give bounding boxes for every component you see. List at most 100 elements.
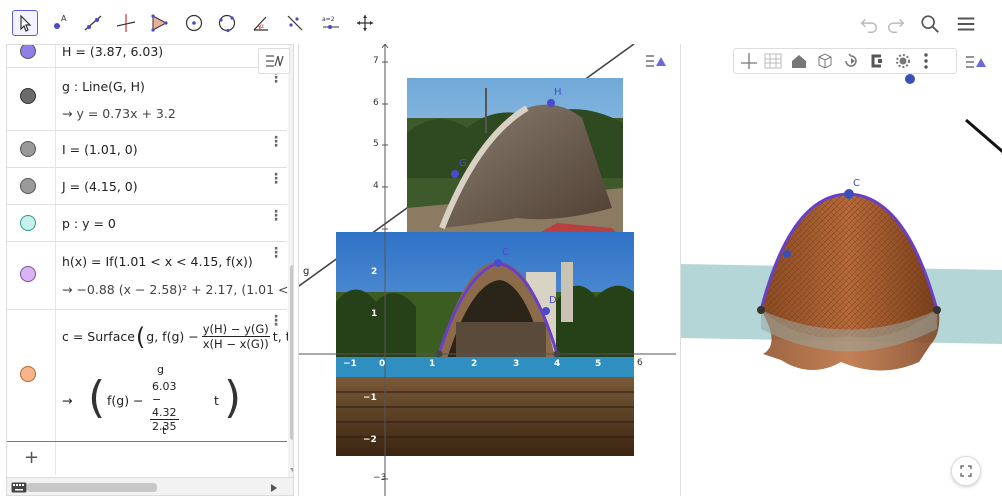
visibility-marble[interactable] bbox=[20, 45, 36, 59]
algebra-row-output: → −0.88 (x − 2.58)² + 2.17, (1.01 < bbox=[62, 282, 289, 297]
scroll-down-icon[interactable] bbox=[290, 468, 294, 474]
polygon-icon bbox=[151, 14, 168, 32]
reflect-tool-button[interactable] bbox=[282, 10, 308, 36]
add-icon[interactable]: + bbox=[24, 447, 39, 468]
point-I-3d[interactable] bbox=[757, 306, 765, 314]
polygon-tool-button[interactable] bbox=[146, 10, 172, 36]
algebra-row-text: g : Line(G, H) bbox=[62, 79, 145, 94]
perpendicular-tool-button[interactable] bbox=[113, 10, 139, 36]
fraction-denominator: x(H − x(G)) bbox=[202, 337, 269, 351]
visibility-marble[interactable] bbox=[20, 366, 36, 382]
undo-icon bbox=[860, 18, 877, 33]
main-menu-button[interactable] bbox=[954, 12, 978, 36]
svg-text:1: 1 bbox=[371, 309, 377, 319]
parabola-h[interactable] bbox=[437, 261, 559, 355]
slider-icon: a=2 bbox=[322, 16, 339, 29]
point-G[interactable] bbox=[451, 170, 459, 178]
svg-text:0: 0 bbox=[379, 359, 385, 369]
algebra-row-J[interactable]: J = (4.15, 0) ⋮ bbox=[7, 168, 287, 205]
perpendicular-line-icon bbox=[116, 14, 136, 32]
visibility-marble[interactable] bbox=[20, 215, 36, 231]
vector-entry-fg: f(g) − bbox=[107, 393, 144, 408]
point-D-3d[interactable] bbox=[783, 250, 791, 258]
fraction-numerator: y(H) − y(G) bbox=[201, 322, 270, 337]
point-D[interactable] bbox=[542, 307, 550, 315]
graphics-view-1[interactable]: 7 6 5 4 −3 g 6 −1 0 1 2 3 4 5 2 1 −1 −2 … bbox=[298, 44, 676, 496]
undo-button[interactable] bbox=[857, 12, 881, 36]
point-3d-top[interactable] bbox=[905, 74, 915, 84]
algebra-row-H[interactable]: H = (3.87, 6.03) bbox=[7, 45, 287, 68]
line-g-3d[interactable] bbox=[965, 118, 1002, 154]
point-J-3d[interactable] bbox=[933, 306, 941, 314]
fullscreen-button[interactable] bbox=[951, 456, 981, 486]
hamburger-menu-icon bbox=[957, 17, 975, 31]
circle-center-tool-button[interactable] bbox=[181, 10, 207, 36]
visibility-marble[interactable] bbox=[20, 178, 36, 194]
search-icon bbox=[921, 15, 939, 33]
label-H: H bbox=[554, 87, 562, 98]
visibility-marble[interactable] bbox=[20, 141, 36, 157]
algebra-row-h[interactable]: h(x) = If(1.01 < x < 4.15, f(x)) → −0.88… bbox=[7, 242, 289, 310]
search-button[interactable] bbox=[918, 12, 942, 36]
algebra-style-toggle[interactable] bbox=[258, 48, 290, 74]
circle-three-points-tool-button[interactable] bbox=[214, 10, 240, 36]
row-more-icon[interactable]: ⋮ bbox=[269, 313, 283, 329]
angle-tool-button[interactable]: α bbox=[248, 10, 274, 36]
row-more-icon[interactable]: ⋮ bbox=[269, 245, 283, 261]
vector-entry-t2: t bbox=[162, 424, 167, 437]
add-input-row[interactable]: + bbox=[7, 441, 287, 475]
graphics1-style-toggle[interactable] bbox=[641, 50, 671, 72]
line-icon bbox=[84, 15, 102, 31]
graphics-view-3d[interactable]: C bbox=[680, 44, 1002, 496]
style-bar-icon bbox=[266, 55, 284, 67]
vector-entry-g: g bbox=[157, 363, 164, 376]
row-more-icon[interactable]: ⋮ bbox=[269, 171, 283, 187]
angle-icon: α bbox=[253, 16, 268, 31]
fullscreen-icon bbox=[960, 465, 972, 477]
row-more-icon[interactable]: ⋮ bbox=[269, 208, 283, 224]
output-fraction-numerator: 6.03 − 4.32 bbox=[150, 380, 179, 420]
scrollbar-thumb[interactable] bbox=[290, 265, 293, 440]
point-J[interactable] bbox=[553, 350, 561, 358]
label-D: D bbox=[549, 295, 557, 306]
graphics3d-canvas[interactable]: C bbox=[681, 44, 1002, 496]
point-labels: C D G H bbox=[459, 87, 562, 306]
slider-tool-button[interactable]: a=2 bbox=[318, 10, 344, 36]
algebra-row-I[interactable]: I = (1.01, 0) ⋮ bbox=[7, 131, 287, 168]
svg-text:2: 2 bbox=[471, 359, 477, 369]
algebra-row-text: h(x) = If(1.01 < x < 4.15, f(x)) bbox=[62, 254, 253, 269]
line-tool-button[interactable] bbox=[80, 10, 106, 36]
scroll-right-icon[interactable] bbox=[271, 484, 277, 492]
algebra-row-text: I = (1.01, 0) bbox=[62, 142, 138, 157]
svg-text:−1: −1 bbox=[363, 393, 377, 403]
point-tool-button[interactable]: A bbox=[47, 10, 73, 36]
redo-button[interactable] bbox=[884, 12, 908, 36]
surface-prefix: c = Surface bbox=[62, 329, 135, 344]
point-C[interactable] bbox=[494, 259, 502, 267]
point-H[interactable] bbox=[547, 99, 555, 107]
keyboard-icon[interactable] bbox=[11, 482, 27, 493]
point-C-3d[interactable] bbox=[844, 189, 854, 199]
horizontal-scrollbar-thumb[interactable] bbox=[27, 483, 157, 492]
row-more-icon[interactable]: ⋮ bbox=[269, 134, 283, 150]
point-I[interactable] bbox=[435, 350, 443, 358]
move-arrows-icon bbox=[357, 15, 373, 31]
svg-text:1: 1 bbox=[429, 359, 435, 369]
point-icon: A bbox=[54, 14, 67, 29]
algebra-row-p[interactable]: p : y = 0 ⋮ bbox=[7, 205, 287, 242]
move-graphics-tool-button[interactable] bbox=[352, 10, 378, 36]
algebra-row-c[interactable]: c = Surface ( g, f(g) − y(H) − y(G) x(H … bbox=[7, 310, 293, 441]
visibility-marble[interactable] bbox=[20, 88, 36, 104]
surface-args: g, f(g) − bbox=[146, 329, 199, 344]
algebra-row-g[interactable]: g : Line(G, H) → y = 0.73x + 3.2 ⋮ bbox=[7, 68, 287, 131]
graphics1-overlay: −1 0 1 2 3 4 5 2 1 −1 −2 C D G H bbox=[299, 87, 676, 456]
style-bar-icon bbox=[646, 55, 666, 67]
move-tool-button[interactable] bbox=[12, 10, 38, 36]
algebra-vertical-scrollbar[interactable] bbox=[288, 45, 293, 477]
circle-with-center-icon bbox=[185, 14, 203, 32]
svg-text:A: A bbox=[61, 14, 67, 23]
visibility-marble[interactable] bbox=[20, 266, 36, 282]
algebra-view: H = (3.87, 6.03) g : Line(G, H) → y = 0.… bbox=[6, 44, 294, 496]
svg-text:−1: −1 bbox=[343, 359, 357, 369]
x-tick-labels-overlay: −1 0 1 2 3 4 5 2 1 −1 −2 bbox=[343, 267, 601, 445]
